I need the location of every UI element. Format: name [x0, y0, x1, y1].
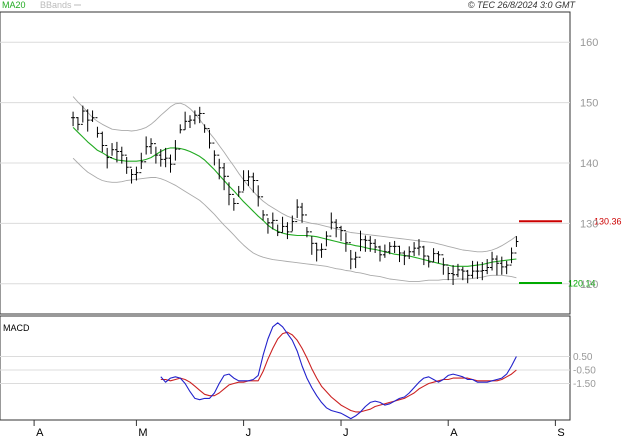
bbands-legend: BBands: [40, 0, 72, 10]
y-tick-labels: 120 130 140 150 160 0.50 -0.50 -1.50: [573, 37, 598, 390]
price-tick-label: 150: [580, 98, 598, 110]
x-tick-labels: AMJJAS: [33, 420, 565, 439]
price-tick-label: 140: [580, 158, 598, 170]
month-label: A: [36, 427, 44, 439]
price-tick-label: 120: [580, 279, 598, 291]
price-tick-label: 160: [580, 37, 598, 49]
month-label: A: [450, 427, 458, 439]
macd-tick-label: -0.50: [573, 366, 596, 377]
macd-tick-label: 0.50: [573, 352, 593, 363]
macd-tick-label: -1.50: [573, 379, 596, 390]
month-label: S: [557, 427, 564, 439]
macd-title: MACD: [3, 323, 30, 333]
stock-chart: 130.36 120.14 120 130 140 150 160 0.50 -0.50 -1.…: [0, 0, 627, 440]
month-label: J: [246, 427, 252, 439]
price-tick-label: 130: [580, 218, 598, 230]
month-label: J: [343, 427, 349, 439]
macd-panel-frame: [0, 315, 571, 421]
copyright-notice: © TEC 26/8/2024 3:0 GMT: [468, 0, 577, 10]
ma-legend: MA20: [2, 0, 26, 10]
month-label: M: [138, 427, 147, 439]
chart-canvas: 130.36120.14 1201301401501600.50-0.50-1.…: [0, 0, 622, 439]
